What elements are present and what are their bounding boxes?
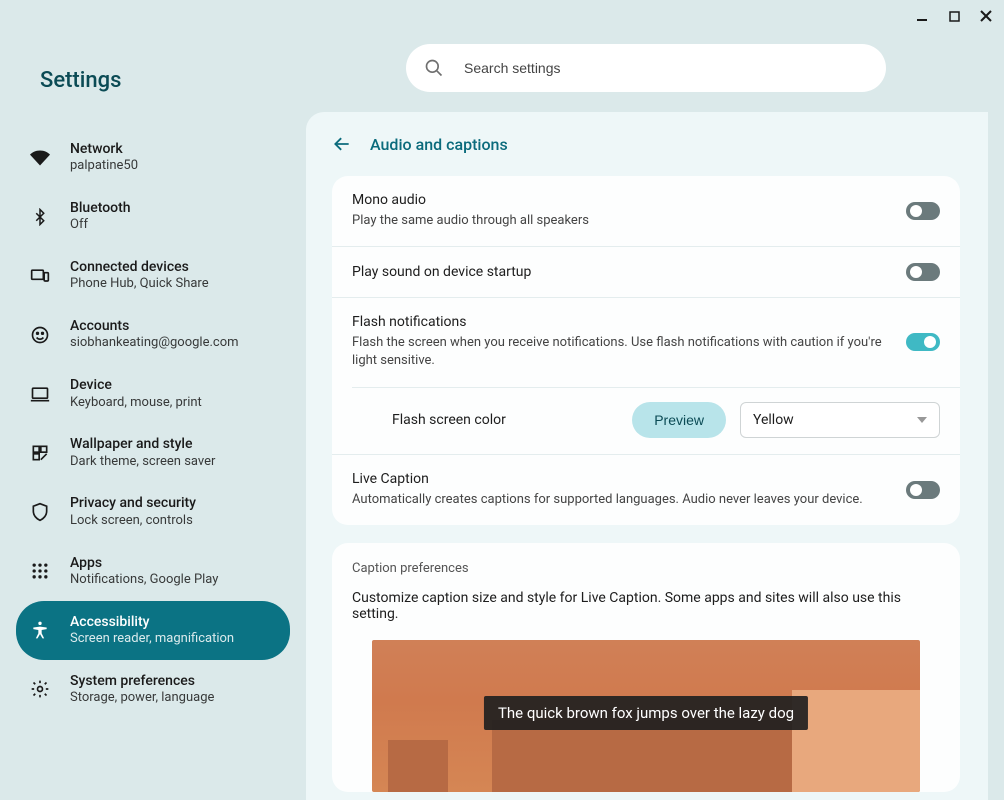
sidebar-item-title: Accounts <box>70 317 239 335</box>
sidebar-item-accessibility[interactable]: AccessibilityScreen reader, magnificatio… <box>16 601 290 660</box>
flash-desc: Flash the screen when you receive notifi… <box>352 334 890 370</box>
mono-audio-title: Mono audio <box>352 192 890 208</box>
accessibility-icon <box>30 620 50 640</box>
search-input[interactable] <box>464 60 868 76</box>
wifi-icon <box>30 148 50 168</box>
sidebar-item-title: Connected devices <box>70 258 209 276</box>
sidebar-item-title: Apps <box>70 554 218 572</box>
app-title: Settings <box>40 68 121 93</box>
caption-preview-image: The quick brown fox jumps over the lazy … <box>372 640 920 792</box>
sidebar-item-wallpaper[interactable]: Wallpaper and styleDark theme, screen sa… <box>16 423 290 482</box>
face-icon <box>30 325 50 345</box>
sidebar-item-subtitle: Phone Hub, Quick Share <box>70 276 209 293</box>
preview-button[interactable]: Preview <box>632 402 726 438</box>
gear-icon <box>30 679 50 699</box>
live-caption-row[interactable]: Live Caption Automatically creates capti… <box>332 454 960 525</box>
bluetooth-icon <box>30 207 50 227</box>
search-icon <box>424 58 444 78</box>
dropdown-icon <box>917 417 927 423</box>
mono-audio-desc: Play the same audio through all speakers <box>352 212 890 230</box>
sidebar-item-device[interactable]: DeviceKeyboard, mouse, print <box>16 364 290 423</box>
sidebar-item-title: System preferences <box>70 672 214 690</box>
sidebar-item-network[interactable]: Networkpalpatine50 <box>16 128 290 187</box>
sidebar-item-subtitle: Notifications, Google Play <box>70 572 218 589</box>
sidebar-item-subtitle: Lock screen, controls <box>70 513 196 530</box>
caption-preferences-card: Caption preferences Customize caption si… <box>332 543 960 792</box>
audio-settings-card: Mono audio Play the same audio through a… <box>332 176 960 525</box>
mono-audio-row[interactable]: Mono audio Play the same audio through a… <box>332 176 960 246</box>
sidebar-item-title: Accessibility <box>70 613 234 631</box>
back-arrow-icon[interactable] <box>332 134 352 154</box>
sidebar-item-connected[interactable]: Connected devicesPhone Hub, Quick Share <box>16 246 290 305</box>
live-caption-title: Live Caption <box>352 471 890 487</box>
shield-icon <box>30 502 50 522</box>
sidebar-item-bluetooth[interactable]: BluetoothOff <box>16 187 290 246</box>
caption-pref-heading: Caption preferences <box>332 557 960 590</box>
sidebar-item-subtitle: palpatine50 <box>70 158 138 175</box>
sidebar-item-apps[interactable]: AppsNotifications, Google Play <box>16 542 290 601</box>
flash-color-select[interactable]: Yellow <box>740 402 940 438</box>
sidebar-item-subtitle: Off <box>70 217 131 234</box>
sidebar-item-subtitle: Keyboard, mouse, print <box>70 395 202 412</box>
sidebar-item-privacy[interactable]: Privacy and securityLock screen, control… <box>16 482 290 541</box>
caption-pref-desc: Customize caption size and style for Liv… <box>332 590 960 640</box>
sidebar-item-system[interactable]: System preferencesStorage, power, langua… <box>16 660 290 719</box>
page-title: Audio and captions <box>370 135 508 154</box>
flash-color-label: Flash screen color <box>392 412 618 428</box>
main-panel: Audio and captions Mono audio Play the s… <box>306 112 988 800</box>
devices-icon <box>30 266 50 286</box>
mono-audio-toggle[interactable] <box>906 202 940 220</box>
flash-color-value: Yellow <box>753 412 794 428</box>
flash-title: Flash notifications <box>352 314 890 330</box>
sidebar-item-title: Privacy and security <box>70 494 196 512</box>
flash-toggle[interactable] <box>906 333 940 351</box>
sidebar-item-title: Network <box>70 140 138 158</box>
flash-color-row: Flash screen color Preview Yellow <box>352 387 960 454</box>
sidebar-item-title: Bluetooth <box>70 199 131 217</box>
sidebar-item-subtitle: Screen reader, magnification <box>70 631 234 648</box>
sidebar: Networkpalpatine50BluetoothOffConnected … <box>0 112 306 800</box>
startup-sound-title: Play sound on device startup <box>352 264 890 280</box>
sidebar-item-subtitle: siobhankeating@google.com <box>70 335 239 352</box>
sidebar-item-title: Wallpaper and style <box>70 435 215 453</box>
sidebar-item-accounts[interactable]: Accountssiobhankeating@google.com <box>16 305 290 364</box>
sidebar-item-subtitle: Storage, power, language <box>70 690 214 707</box>
apps-icon <box>30 561 50 581</box>
sidebar-item-subtitle: Dark theme, screen saver <box>70 454 215 471</box>
live-caption-desc: Automatically creates captions for suppo… <box>352 491 890 509</box>
search-field[interactable] <box>406 44 886 92</box>
startup-sound-toggle[interactable] <box>906 263 940 281</box>
palette-icon <box>30 443 50 463</box>
live-caption-toggle[interactable] <box>906 481 940 499</box>
laptop-icon <box>30 384 50 404</box>
caption-sample-text: The quick brown fox jumps over the lazy … <box>484 696 808 730</box>
sidebar-item-title: Device <box>70 376 202 394</box>
startup-sound-row[interactable]: Play sound on device startup <box>332 246 960 297</box>
flash-notifications-row[interactable]: Flash notifications Flash the screen whe… <box>332 297 960 386</box>
